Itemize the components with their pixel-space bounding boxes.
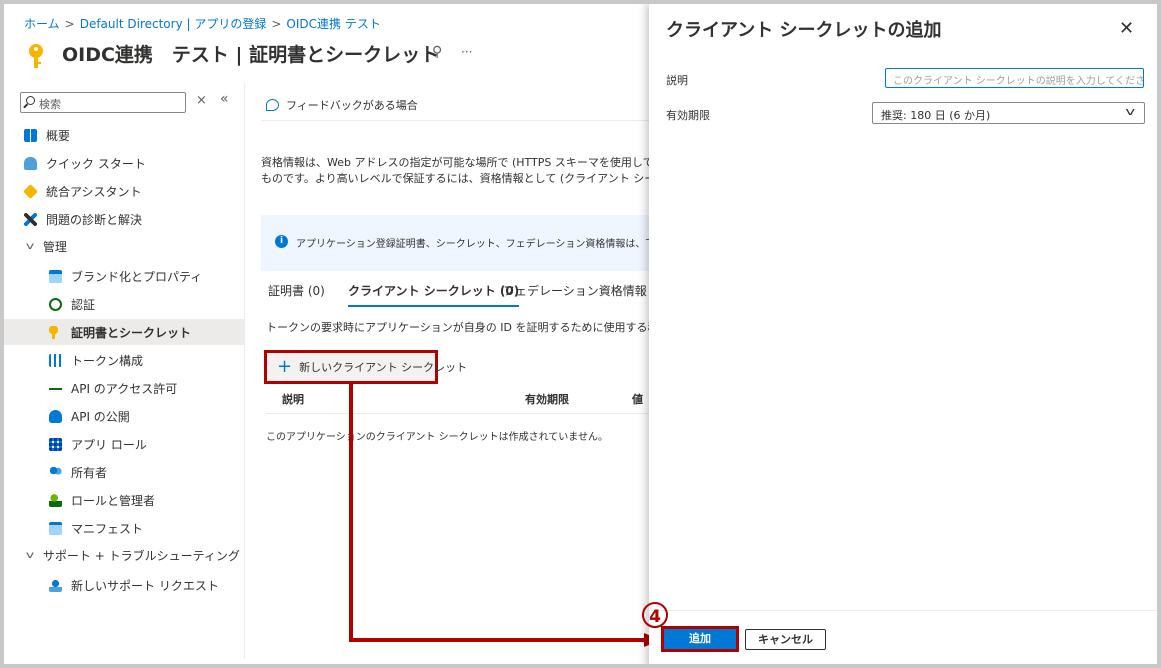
expires-label: 有効期限 [666, 109, 710, 122]
portal-window: ホーム > Default Directory | アプリの登録 > OIDC連携 テス… [0, 0, 1161, 668]
add-button[interactable]: 追加 [661, 626, 739, 652]
cancel-button[interactable]: キャンセル [745, 629, 826, 650]
step-number-badge: 4 [640, 600, 670, 630]
chevron-down-icon: v [1125, 105, 1136, 118]
description-input[interactable]: このクライアント シークレットの説明を入力してください [885, 68, 1144, 88]
panel-footer-divider [649, 610, 1157, 611]
add-client-secret-panel: クライアント シークレットの追加 ✕ 説明 このクライアント シークレットの説明… [649, 4, 1157, 664]
description-placeholder: このクライアント シークレットの説明を入力してください [893, 76, 1144, 87]
expires-selected-value: 推奨: 180 日 (6 か月) [881, 109, 991, 122]
expires-dropdown[interactable]: 推奨: 180 日 (6 か月) v [872, 102, 1145, 124]
description-label: 説明 [666, 74, 688, 87]
panel-title: クライアント シークレットの追加 [666, 20, 942, 41]
step-number-text: 4 [649, 607, 661, 627]
close-icon[interactable]: ✕ [1119, 18, 1134, 39]
